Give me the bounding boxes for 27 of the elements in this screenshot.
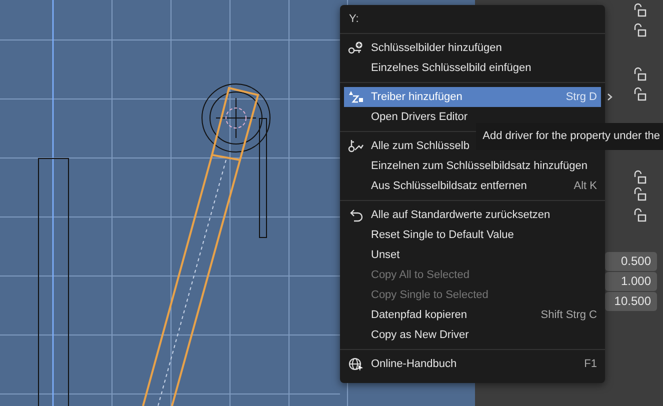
number-field[interactable]: 0.500 (605, 252, 657, 271)
menu-title: Y: (348, 12, 360, 27)
number-field[interactable]: 1.000 (605, 272, 657, 291)
menu-item[interactable]: Copy as New Driver (344, 325, 601, 345)
menu-item[interactable]: Einzelnen zum Schlüsselbildsatz hinzufügen (344, 156, 601, 176)
number-field[interactable]: 10.500 (605, 292, 657, 311)
menu-item[interactable]: Unset (344, 245, 601, 265)
lock-icon[interactable] (633, 67, 647, 81)
lock-icon[interactable] (633, 23, 647, 37)
lock-icon[interactable] (633, 170, 647, 184)
driver-icon (348, 90, 364, 104)
lock-icon[interactable] (633, 87, 647, 101)
menu-item[interactable]: Einzelnes Schlüsselbild einfügen (344, 58, 601, 78)
menu-item[interactable]: Schlüsselbilder hinzufügen (344, 38, 601, 58)
menu-item[interactable]: Alle auf Standardwerte zurücksetzen (344, 205, 601, 225)
lock-icon[interactable] (633, 187, 647, 201)
lock-icon[interactable] (633, 208, 647, 222)
menu-item[interactable]: Reset Single to Default Value (344, 225, 601, 245)
key-plus-icon (348, 41, 364, 55)
globe-icon (348, 357, 364, 371)
tooltip: Add driver for the property under the (476, 123, 663, 150)
undo-icon (348, 208, 364, 222)
menu-item[interactable]: Datenpfad kopieren Shift Strg C (344, 305, 601, 325)
menu-item[interactable]: Online-Handbuch F1 (344, 354, 601, 374)
menu-item[interactable]: Aus Schlüsselbildsatz entfernen Alt K (344, 176, 601, 196)
lock-icon[interactable] (633, 3, 647, 17)
key-chain-icon (348, 139, 364, 153)
